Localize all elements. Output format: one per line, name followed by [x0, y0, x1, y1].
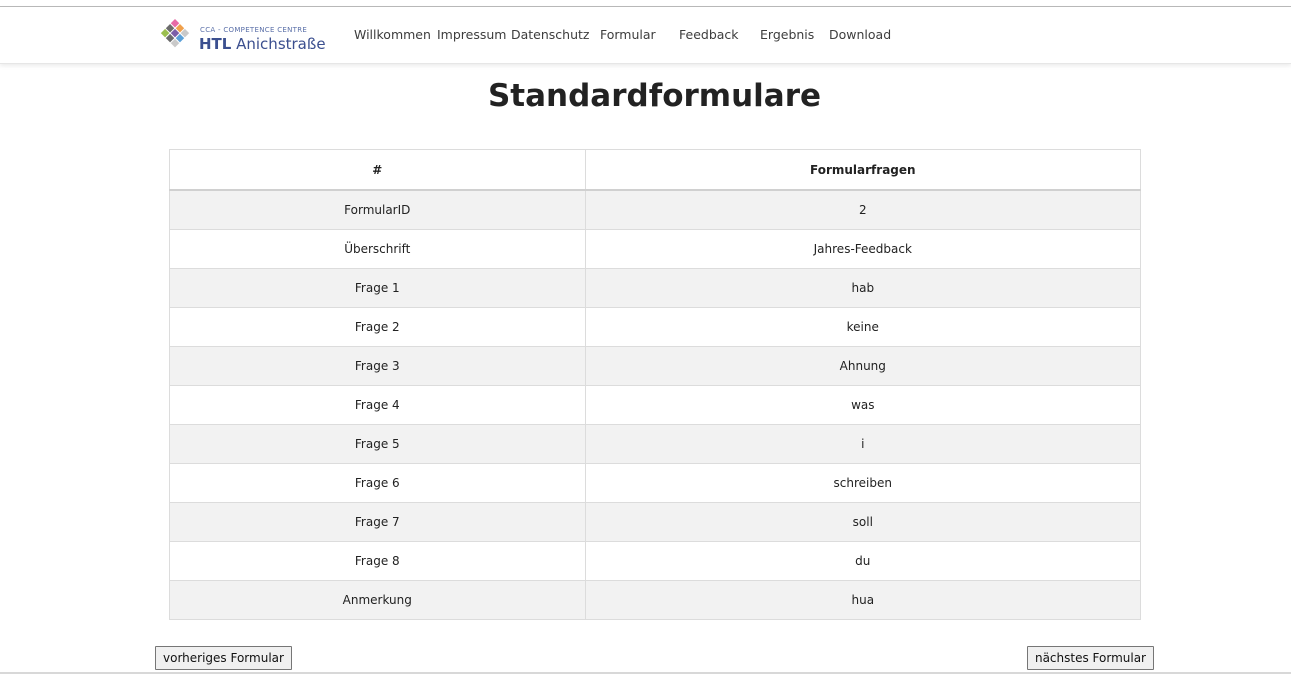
- nav-item-ergebnis[interactable]: Ergebnis: [760, 27, 814, 42]
- htl-logo[interactable]: CCA - COMPETENCE CENTRE HTL Anichstraße: [155, 16, 340, 56]
- row-value: schreiben: [584, 463, 1142, 503]
- row-value: i: [584, 424, 1142, 464]
- row-value: Ahnung: [584, 346, 1142, 386]
- nav-item-datenschutz[interactable]: Datenschutz: [511, 27, 590, 42]
- nav-item-download[interactable]: Download: [829, 27, 891, 42]
- row-label: Frage 1: [169, 268, 586, 308]
- logo-diamonds-icon: [160, 19, 190, 48]
- page-title: Standardformulare: [487, 78, 822, 114]
- table-row: Frage 7 soll: [169, 502, 1142, 542]
- row-value: Jahres-Feedback: [584, 229, 1142, 269]
- table-row: FormularID 2: [169, 189, 1142, 230]
- row-label: Frage 5: [169, 424, 586, 464]
- logo-subtitle: CCA - COMPETENCE CENTRE: [200, 26, 308, 34]
- form-table: # Formularfragen FormularID 2 Überschrif…: [169, 149, 1142, 620]
- row-value: du: [584, 541, 1142, 581]
- row-label: Frage 4: [169, 385, 586, 425]
- nav-item-willkommen[interactable]: Willkommen: [354, 27, 431, 42]
- logo-title: HTL Anichstraße: [199, 35, 326, 53]
- row-value: 2: [584, 189, 1142, 230]
- row-value: soll: [584, 502, 1142, 542]
- nav-item-feedback[interactable]: Feedback: [679, 27, 739, 42]
- row-label: Frage 2: [169, 307, 586, 347]
- table-row: Frage 5 i: [169, 424, 1142, 464]
- row-label: Überschrift: [169, 229, 586, 269]
- row-value: keine: [584, 307, 1142, 347]
- table-row: Frage 3 Ahnung: [169, 346, 1142, 386]
- row-label: Frage 3: [169, 346, 586, 386]
- logo-title-bold: HTL: [199, 35, 232, 53]
- table-row: Frage 4 was: [169, 385, 1142, 425]
- row-label: Anmerkung: [169, 580, 586, 620]
- column-header-formularfragen: Formularfragen: [584, 149, 1142, 191]
- row-label: Frage 7: [169, 502, 586, 542]
- row-label: Frage 6: [169, 463, 586, 503]
- nav-item-impressum[interactable]: Impressum: [437, 27, 506, 42]
- row-value: was: [584, 385, 1142, 425]
- column-header-index: #: [169, 149, 586, 191]
- row-value: hab: [584, 268, 1142, 308]
- table-row: Frage 1 hab: [169, 268, 1142, 308]
- table-header-row: # Formularfragen: [169, 149, 1142, 191]
- table-row: Frage 6 schreiben: [169, 463, 1142, 503]
- row-label: FormularID: [169, 189, 586, 230]
- next-form-button[interactable]: nächstes Formular: [1026, 646, 1154, 670]
- logo-title-rest: Anichstraße: [236, 35, 326, 53]
- table-row: Frage 2 keine: [169, 307, 1142, 347]
- table-row: Frage 8 du: [169, 541, 1142, 581]
- table-row: Anmerkung hua: [169, 580, 1142, 620]
- row-label: Frage 8: [169, 541, 586, 581]
- navbar: CCA - COMPETENCE CENTRE HTL Anichstraße …: [0, 7, 1291, 64]
- row-value: hua: [584, 580, 1142, 620]
- previous-form-button[interactable]: vorheriges Formular: [155, 646, 292, 670]
- nav-item-formular[interactable]: Formular: [600, 27, 656, 42]
- table-row: Überschrift Jahres-Feedback: [169, 229, 1142, 269]
